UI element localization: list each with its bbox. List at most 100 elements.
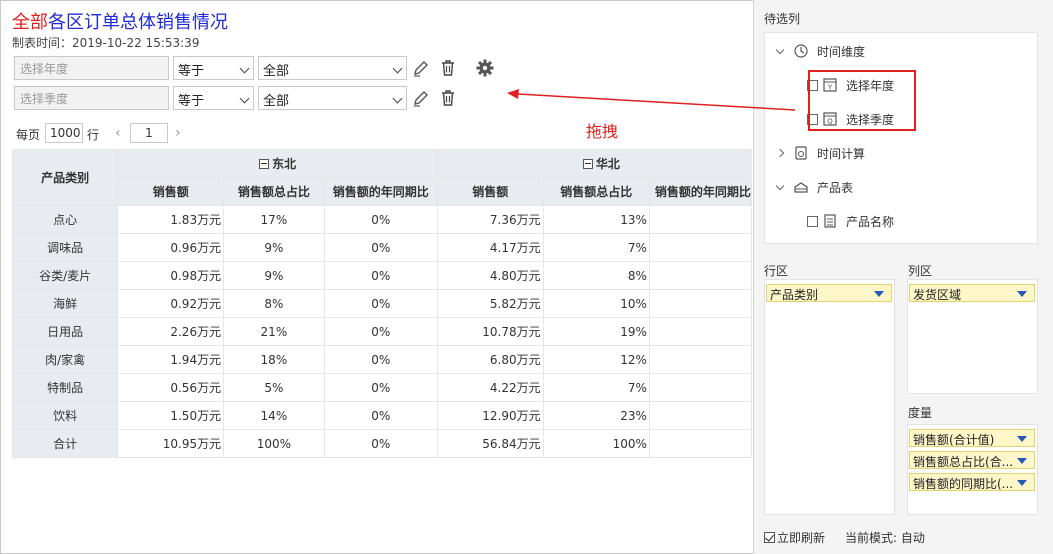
table-cell: 0% (323, 345, 438, 374)
tree-node-product-name[interactable]: 产品名称 (807, 211, 894, 231)
table-cell: 7% (542, 233, 650, 262)
edit-icon[interactable] (411, 88, 431, 108)
field-tree: 时间维度 Y 选择年度 Q 选择季度 时间计算 产品表 产品名称 (764, 32, 1038, 244)
measure-header[interactable]: 销售额的年同期比 (323, 177, 438, 206)
table-cell (648, 205, 752, 234)
measure-zone[interactable]: 销售额(合计值) 销售额总占比(合... 销售额的同期比(... (907, 424, 1038, 515)
table-cell: 10% (542, 289, 650, 318)
filter-year-field[interactable]: 选择年度 (14, 56, 169, 80)
chevron-down-icon[interactable] (775, 45, 785, 54)
table-cell (648, 373, 752, 402)
chevron-down-icon (392, 93, 403, 104)
dropdown-triangle-icon[interactable] (1017, 436, 1027, 442)
row-field-pill[interactable]: 产品类别 (766, 284, 892, 302)
group-header-huabei[interactable]: 华北 (436, 149, 752, 178)
filter-quarter-value-select[interactable]: 全部 (258, 86, 407, 110)
report-title: 全部各区订单总体销售情况 (12, 12, 228, 34)
table-row: 饮料 1.50万元 14% 0% 12.90万元 23% (11, 401, 752, 430)
table-row: 肉/家禽 1.94万元 18% 0% 6.80万元 12% (11, 345, 752, 374)
chevron-down-icon (239, 63, 250, 74)
edit-icon[interactable] (411, 58, 431, 78)
column-zone[interactable]: 发货区域 (907, 279, 1038, 394)
table-cell: 5% (223, 373, 325, 402)
table-cell: 56.84万元 (436, 429, 544, 458)
auto-refresh-label[interactable]: 立即刷新 (777, 529, 825, 546)
table-cell: 13% (542, 205, 650, 234)
row-zone[interactable]: 产品类别 (764, 279, 895, 515)
table-cell: 6.80万元 (436, 345, 544, 374)
measure-header[interactable]: 销售额总占比 (542, 177, 650, 206)
row-category-cell: 日用品 (11, 317, 119, 346)
pill-label: 产品类别 (770, 288, 819, 302)
tree-node-product-table[interactable]: 产品表 (775, 177, 853, 197)
auto-refresh-checkbox[interactable] (764, 531, 775, 543)
table-cell: 0% (323, 261, 438, 290)
table-cell: 0.56万元 (117, 373, 225, 402)
dropdown-triangle-icon[interactable] (874, 291, 884, 297)
report-area: 全部各区订单总体销售情况 制表时间：2019-10-22 15:53:39 选择… (0, 0, 752, 554)
tree-node-time-dimension[interactable]: 时间维度 (775, 41, 865, 61)
collapse-icon[interactable] (582, 159, 593, 169)
dropdown-triangle-icon[interactable] (1017, 458, 1027, 464)
trash-icon[interactable] (438, 58, 458, 78)
prev-page-icon[interactable]: ‹ (115, 125, 121, 141)
table-cell: 10.78万元 (436, 317, 544, 346)
pivot-table: 产品类别 东北 华北 销售额 销售额总占比 销售额的年同期比 销售额 销售额总占… (11, 149, 752, 458)
per-page-input[interactable]: 1000 (45, 123, 83, 143)
drag-annotation-label: 拖拽 (586, 122, 619, 141)
tree-node-time-calc[interactable]: 时间计算 (775, 143, 865, 163)
dropdown-triangle-icon[interactable] (1017, 291, 1027, 297)
table-cell: 8% (223, 289, 325, 318)
operator-value: 等于 (178, 94, 205, 109)
measure-header[interactable]: 销售额总占比 (223, 177, 325, 206)
table-row: 点心 1.83万元 17% 0% 7.36万元 13% (11, 205, 752, 234)
chevron-right-icon[interactable] (775, 148, 785, 158)
table-cell: 9% (223, 261, 325, 290)
group-label: 华北 (595, 157, 620, 171)
group-header-dongbei[interactable]: 东北 (117, 149, 438, 178)
table-cell: 1.94万元 (117, 345, 225, 374)
filter-row-quarter: 选择季度 等于 全部 (14, 86, 534, 110)
filter-quarter-operator-select[interactable]: 等于 (173, 86, 254, 110)
filter-year-operator-select[interactable]: 等于 (173, 56, 254, 80)
row-category-cell: 谷类/麦片 (11, 261, 119, 290)
page-number-input[interactable]: 1 (130, 123, 168, 143)
table-cell: 2.26万元 (117, 317, 225, 346)
table-cell: 100% (223, 429, 325, 458)
table-row: 日用品 2.26万元 21% 0% 10.78万元 19% (11, 317, 752, 346)
measure-header[interactable]: 销售额的年同期比 (648, 177, 752, 206)
table-cell: 21% (223, 317, 325, 346)
dropdown-triangle-icon[interactable] (1017, 480, 1027, 486)
table-body: 点心 1.83万元 17% 0% 7.36万元 13% 调味品 0.96万元 9% 0% 4.17万… (11, 205, 752, 458)
refresh-options: 立即刷新 当前模式: 自动 (764, 528, 925, 546)
title-rest: 各区订单总体销售情况 (48, 12, 228, 33)
table-cell: 14% (223, 401, 325, 430)
table-cell (648, 289, 752, 318)
measure-header[interactable]: 销售额 (436, 177, 544, 206)
chevron-down-icon (392, 63, 403, 74)
pill-label: 销售额的同期比(... (913, 477, 1014, 491)
table-cell: 8% (542, 261, 650, 290)
table-cell: 4.17万元 (436, 233, 544, 262)
collapse-icon[interactable] (259, 159, 270, 169)
table-cell: 0% (323, 429, 438, 458)
measure-pill[interactable]: 销售额总占比(合... (909, 451, 1035, 469)
table-cell: 0.92万元 (117, 289, 225, 318)
measure-pill[interactable]: 销售额的同期比(... (909, 473, 1035, 491)
table-row: 合计 10.95万元 100% 0% 56.84万元 100% (11, 429, 752, 458)
column-field-pill[interactable]: 发货区域 (909, 284, 1035, 302)
pill-label: 销售额(合计值) (913, 433, 995, 447)
table-cell (648, 429, 752, 458)
filter-quarter-field[interactable]: 选择季度 (14, 86, 169, 110)
measure-header[interactable]: 销售额 (117, 177, 225, 206)
row-category-cell: 特制品 (11, 373, 119, 402)
chevron-down-icon[interactable] (775, 181, 785, 190)
trash-icon[interactable] (438, 88, 458, 108)
gear-icon[interactable] (475, 58, 495, 78)
checkbox[interactable] (807, 215, 818, 227)
table-row: 调味品 0.96万元 9% 0% 4.17万元 7% (11, 233, 752, 262)
measure-pill[interactable]: 销售额(合计值) (909, 429, 1035, 447)
next-page-icon[interactable]: › (175, 125, 181, 141)
table-row: 特制品 0.56万元 5% 0% 4.22万元 7% (11, 373, 752, 402)
filter-year-value-select[interactable]: 全部 (258, 56, 407, 80)
